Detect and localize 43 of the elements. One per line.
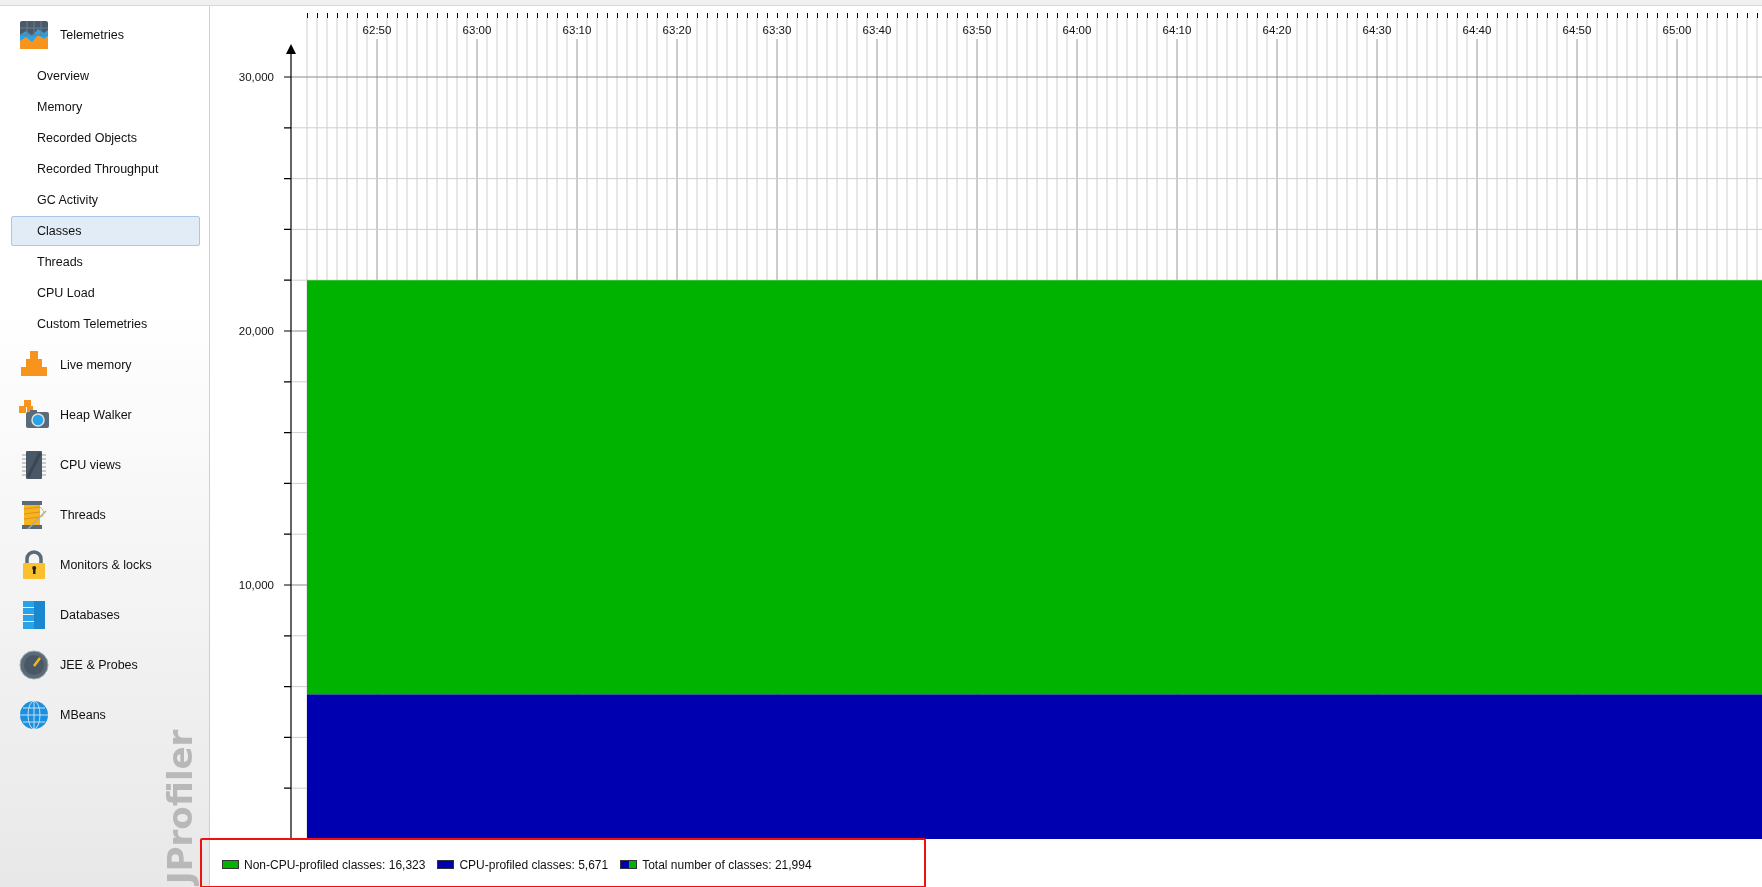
x-tick-label: 64:20	[1262, 24, 1292, 36]
sidebar-section[interactable]: MBeans	[60, 708, 106, 722]
globe-icon	[18, 699, 50, 731]
x-tick-label: 63:40	[862, 24, 892, 36]
sidebar-item[interactable]: Custom Telemetries	[11, 309, 200, 339]
y-tick-label: 20,000	[238, 325, 274, 337]
sidebar-item[interactable]: Overview	[11, 61, 200, 91]
sidebar-item[interactable]: Memory	[11, 92, 200, 122]
sidebar-section[interactable]: Databases	[60, 608, 120, 622]
legend-label: Total number of classes: 21,994	[642, 857, 812, 872]
x-tick-label: 64:50	[1562, 24, 1592, 36]
sidebar-section[interactable]: Heap Walker	[60, 408, 132, 422]
x-tick-label: 64:10	[1162, 24, 1192, 36]
gauge-icon	[18, 649, 50, 681]
x-tick-label: 65:00	[1662, 24, 1692, 36]
sidebar-item[interactable]: Threads	[11, 247, 200, 277]
sidebar-item[interactable]: Recorded Throughput	[11, 154, 200, 184]
x-tick-label: 62:50	[362, 24, 392, 36]
sidebar-section[interactable]: JEE & Probes	[60, 658, 138, 672]
sidebar-item[interactable]: CPU Load	[11, 278, 200, 308]
sidebar-section[interactable]: Live memory	[60, 358, 132, 372]
legend-label: CPU-profiled classes: 5,671	[459, 857, 609, 872]
chart-icon	[18, 19, 50, 51]
legend-swatch	[620, 860, 638, 869]
sidebar-section[interactable]: Threads	[60, 508, 106, 522]
y-tick-label: 10,000	[238, 579, 274, 591]
x-tick-label: 63:50	[962, 24, 992, 36]
x-tick-label: 64:00	[1062, 24, 1092, 36]
sidebar-section[interactable]: Telemetries	[60, 28, 124, 42]
x-tick-label: 63:20	[662, 24, 692, 36]
sidebar-section[interactable]: CPU views	[60, 458, 122, 472]
sidebar-item[interactable]: Recorded Objects	[11, 123, 200, 153]
y-tick-label: 30,000	[238, 71, 274, 83]
legend-label: Non-CPU-profiled classes: 16,323	[244, 857, 426, 872]
camera-icon	[18, 399, 50, 431]
x-tick-label: 63:00	[462, 24, 492, 36]
x-tick-label: 64:30	[1362, 24, 1392, 36]
x-tick-label: 63:10	[562, 24, 592, 36]
x-tick-label: 63:30	[762, 24, 792, 36]
x-tick-label: 64:40	[1462, 24, 1492, 36]
sidebar-item[interactable]: Classes	[11, 216, 200, 246]
sidebar-item[interactable]: GC Activity	[11, 185, 200, 215]
sidebar-section[interactable]: Monitors & locks	[60, 558, 152, 572]
